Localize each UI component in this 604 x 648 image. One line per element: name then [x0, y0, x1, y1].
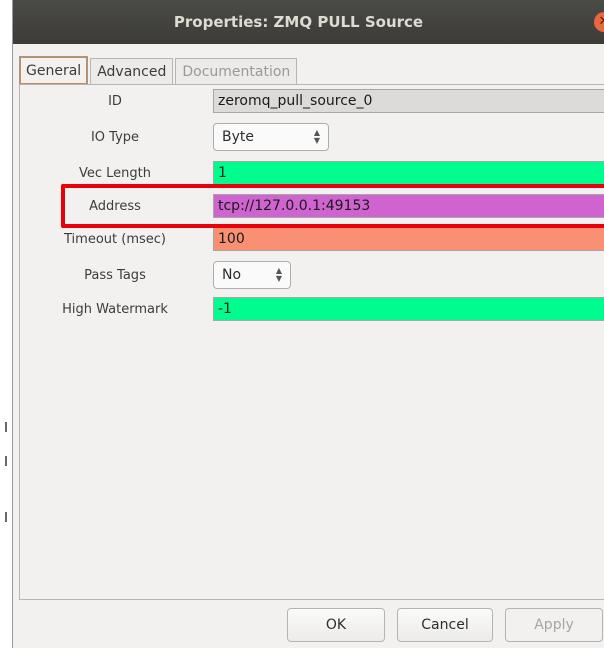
tab-label: Documentation [182, 63, 291, 80]
spin-arrows-icon: ▲ ▼ [275, 266, 282, 283]
tab-general[interactable]: General [19, 56, 89, 84]
pass-tags-select[interactable]: No ▲ ▼ [213, 261, 291, 289]
pass-tags-value: No [222, 267, 242, 283]
window-title: Properties: ZMQ PULL Source [173, 13, 424, 31]
tab-advanced[interactable]: Advanced [90, 58, 174, 84]
background-mark [5, 456, 7, 466]
tab-label: Advanced [97, 63, 167, 80]
io-type-select[interactable]: Byte ▲ ▼ [213, 123, 329, 151]
tab-documentation[interactable]: Documentation [175, 58, 298, 84]
title-bar[interactable]: Properties: ZMQ PULL Source ✕ [13, 0, 604, 44]
background-mark [5, 422, 7, 432]
id-label: ID [108, 94, 122, 109]
highlight-annotation [61, 184, 604, 228]
tab-label: General [26, 62, 82, 79]
spin-arrows-icon: ▲ ▼ [313, 128, 320, 145]
io-type-label: IO Type [90, 130, 140, 145]
high-watermark-label: High Watermark [62, 302, 168, 317]
io-type-value: Byte [222, 129, 254, 145]
property-row-timeout: Timeout (msec) 100 [20, 227, 604, 253]
close-icon[interactable]: ✕ [594, 12, 604, 32]
pass-tags-label: Pass Tags [84, 268, 146, 283]
timeout-label: Timeout (msec) [64, 232, 166, 247]
ok-button[interactable]: OK [287, 608, 385, 642]
properties-dialog: Properties: ZMQ PULL Source ✕ General Ad… [12, 0, 604, 648]
tab-bar: General Advanced Documentation [19, 56, 299, 84]
vec-length-field[interactable]: 1 [213, 161, 604, 185]
background-mark [5, 512, 7, 522]
high-watermark-field[interactable]: -1 [213, 297, 604, 321]
property-row-id: ID zeromq_pull_source_0 [20, 89, 604, 115]
property-row-pass-tags: Pass Tags No ▲ ▼ [20, 261, 604, 289]
cancel-button[interactable]: Cancel [397, 608, 493, 642]
apply-button[interactable]: Apply [505, 608, 603, 642]
timeout-field[interactable]: 100 [213, 227, 604, 251]
id-field[interactable]: zeromq_pull_source_0 [213, 89, 604, 113]
properties-panel: ID zeromq_pull_source_0 IO Type Byte ▲ ▼ … [19, 84, 604, 600]
property-row-high-watermark: High Watermark -1 [20, 297, 604, 323]
property-row-io-type: IO Type Byte ▲ ▼ [20, 123, 604, 151]
